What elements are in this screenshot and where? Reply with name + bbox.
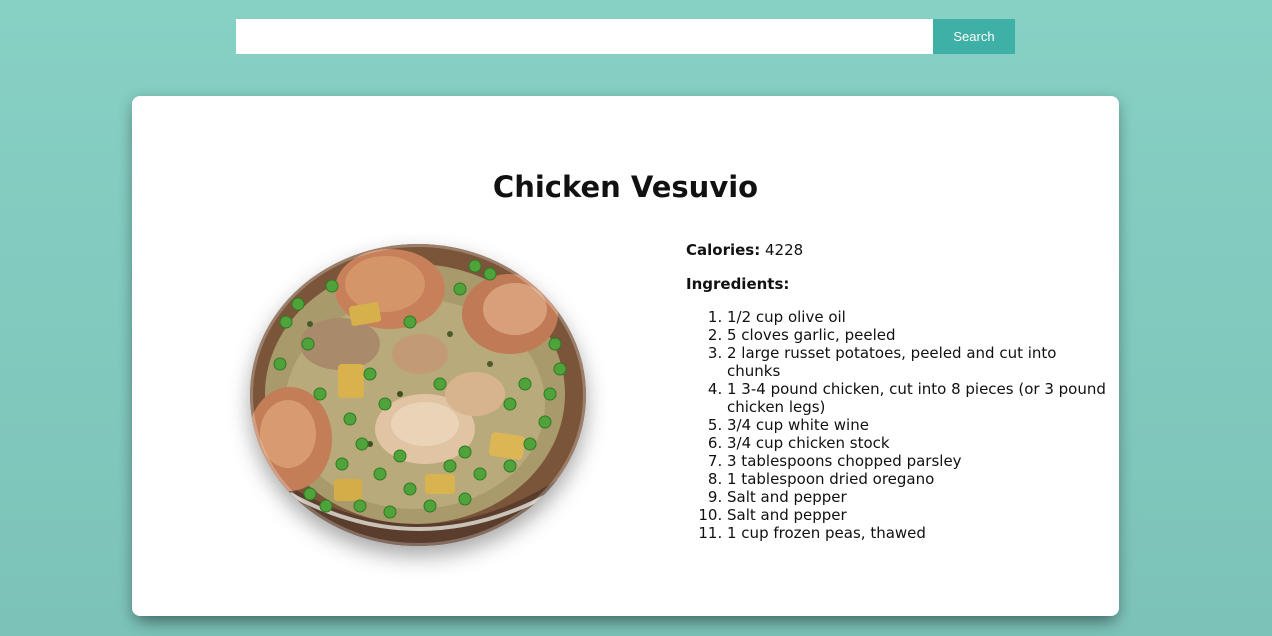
calories-value: 4228 (765, 241, 804, 259)
recipe-card: Chicken Vesuvio Calories: 4228 Ingredien… (132, 96, 1119, 616)
calories-label: Calories: (686, 241, 761, 259)
search-button[interactable]: Search (933, 19, 1015, 54)
food-photo-illustration (250, 244, 586, 546)
calories-line: Calories: 4228 (686, 240, 1106, 260)
ingredient-item: 1 3-4 pound chicken, cut into 8 pieces (… (727, 380, 1106, 416)
ingredient-item: 3/4 cup white wine (727, 416, 1106, 434)
ingredients-heading: Ingredients: (686, 274, 1106, 294)
search-bar: Search (236, 19, 1015, 54)
recipe-info: Calories: 4228 Ingredients: 1/2 cup oliv… (686, 240, 1106, 542)
ingredient-item: 3 tablespoons chopped parsley (727, 452, 1106, 470)
recipe-image (250, 244, 586, 546)
ingredient-item: 1/2 cup olive oil (727, 308, 1106, 326)
recipe-title: Chicken Vesuvio (492, 170, 759, 204)
ingredient-item: 3/4 cup chicken stock (727, 434, 1106, 452)
ingredient-item: 1 tablespoon dried oregano (727, 470, 1106, 488)
ingredients-label: Ingredients: (686, 275, 790, 293)
ingredient-item: 2 large russet potatoes, peeled and cut … (727, 344, 1106, 380)
ingredient-item: Salt and pepper (727, 506, 1106, 524)
ingredient-item: Salt and pepper (727, 488, 1106, 506)
ingredient-item: 1 cup frozen peas, thawed (727, 524, 1106, 542)
ingredient-list: 1/2 cup olive oil 5 cloves garlic, peele… (686, 308, 1106, 542)
ingredient-item: 5 cloves garlic, peeled (727, 326, 1106, 344)
search-input[interactable] (236, 19, 933, 54)
